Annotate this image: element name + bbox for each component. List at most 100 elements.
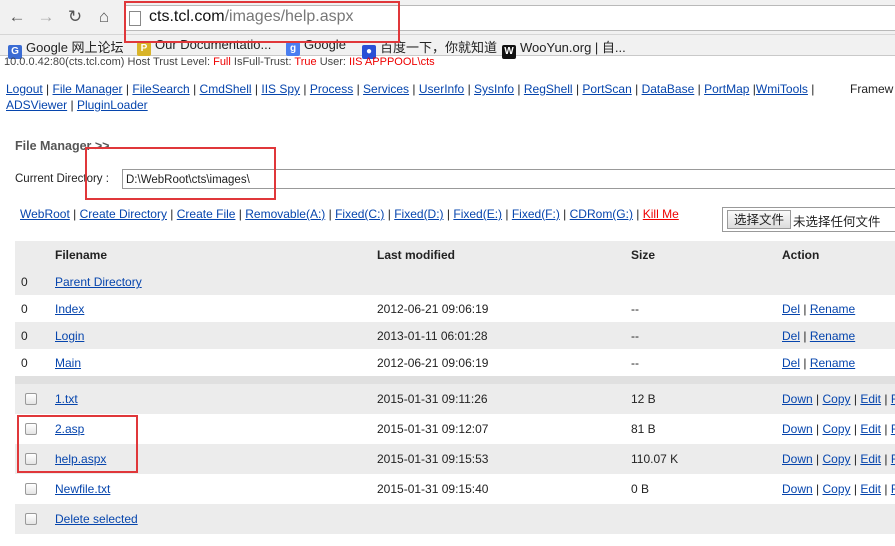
table-row: 1.txt 2015-01-31 09:11:26 12 B Down | Co… bbox=[15, 384, 895, 414]
rename-link[interactable]: Rename bbox=[810, 302, 855, 316]
rename-link[interactable]: R bbox=[891, 452, 895, 466]
rename-link[interactable]: R bbox=[891, 392, 895, 406]
copy-link[interactable]: Copy bbox=[823, 422, 851, 436]
parent-directory-link[interactable]: Parent Directory bbox=[55, 275, 142, 289]
copy-link[interactable]: Copy bbox=[823, 452, 851, 466]
trust-level: Full bbox=[213, 56, 231, 68]
nav-services[interactable]: Services bbox=[363, 82, 409, 96]
back-arrow-icon[interactable]: ← bbox=[6, 6, 28, 28]
row-actions: Del | Rename bbox=[782, 329, 856, 343]
no-file-chosen-text: 未选择任何文件 bbox=[793, 215, 881, 229]
table-row: help.aspx 2015-01-31 09:15:53 110.07 K D… bbox=[15, 444, 895, 474]
rename-link[interactable]: Rename bbox=[810, 329, 855, 343]
browser-toolbar: ← → ↻ ⌂ cts.tcl.com/images/help.aspx bbox=[0, 0, 895, 35]
edit-link[interactable]: Edit bbox=[860, 482, 881, 496]
choose-file-button[interactable]: 选择文件 bbox=[727, 210, 792, 229]
link-drive-d[interactable]: Fixed(D:) bbox=[394, 207, 443, 221]
bookmark-python-docs[interactable]: P Our Documentatio... bbox=[137, 37, 271, 56]
copy-link[interactable]: Copy bbox=[823, 392, 851, 406]
fulltrust-value: True bbox=[294, 56, 317, 68]
forward-arrow-icon[interactable]: → bbox=[35, 6, 57, 28]
row-checkbox[interactable] bbox=[25, 422, 37, 436]
nav-file-manager[interactable]: File Manager bbox=[53, 82, 123, 96]
upload-file-input[interactable]: 选择文件 未选择任何文件 bbox=[722, 207, 895, 232]
nav-port-scan[interactable]: PortScan bbox=[582, 82, 631, 96]
modified-date: 2013-01-11 06:01:28 bbox=[377, 329, 488, 343]
current-directory-input[interactable]: D:\WebRoot\cts\images\ bbox=[122, 169, 895, 189]
home-icon[interactable]: ⌂ bbox=[93, 6, 115, 28]
link-drive-g[interactable]: CDRom(G:) bbox=[570, 207, 633, 221]
del-link[interactable]: Del bbox=[782, 302, 800, 316]
table-footer-row: Delete selected bbox=[15, 504, 895, 534]
file-link[interactable]: 1.txt bbox=[55, 392, 78, 406]
nav-ads-viewer[interactable]: ADSViewer bbox=[6, 98, 67, 112]
rename-link[interactable]: R bbox=[891, 482, 895, 496]
bookmark-label: Our Documentatio... bbox=[155, 37, 272, 52]
file-link[interactable]: 2.asp bbox=[55, 422, 84, 436]
link-create-file[interactable]: Create File bbox=[177, 207, 236, 221]
down-link[interactable]: Down bbox=[782, 422, 813, 436]
dir-link[interactable]: Index bbox=[55, 302, 84, 316]
dir-link[interactable]: Login bbox=[55, 329, 84, 343]
url-host: cts.tcl.com bbox=[149, 8, 225, 25]
row-checkbox[interactable] bbox=[25, 482, 37, 496]
page-title: File Manager >> bbox=[15, 139, 110, 153]
link-drive-a[interactable]: Removable(A:) bbox=[245, 207, 325, 221]
link-drive-e[interactable]: Fixed(E:) bbox=[453, 207, 502, 221]
link-kill-me[interactable]: Kill Me bbox=[643, 207, 679, 221]
row-marker: 0 bbox=[21, 329, 28, 343]
nav-wmi-tools[interactable]: WmiTools bbox=[756, 82, 808, 96]
bookmark-label: WooYun.org | 自... bbox=[520, 40, 626, 55]
row-checkbox[interactable] bbox=[25, 452, 37, 466]
link-webroot[interactable]: WebRoot bbox=[20, 207, 70, 221]
nav-process[interactable]: Process bbox=[310, 82, 353, 96]
modified-date: 2015-01-31 09:15:40 bbox=[377, 482, 489, 496]
copy-link[interactable]: Copy bbox=[823, 482, 851, 496]
link-drive-f[interactable]: Fixed(F:) bbox=[512, 207, 560, 221]
nav-cmd-shell[interactable]: CmdShell bbox=[200, 82, 252, 96]
file-link[interactable]: help.aspx bbox=[55, 452, 106, 466]
nav-database[interactable]: DataBase bbox=[642, 82, 695, 96]
modified-date: 2015-01-31 09:11:26 bbox=[377, 392, 488, 406]
reload-icon[interactable]: ↻ bbox=[64, 6, 86, 28]
user-label: User: bbox=[319, 56, 346, 68]
row-marker: 0 bbox=[21, 302, 28, 316]
link-create-directory[interactable]: Create Directory bbox=[80, 207, 167, 221]
nav-logout[interactable]: Logout bbox=[6, 82, 43, 96]
nav-plugin-loader[interactable]: PluginLoader bbox=[77, 98, 148, 112]
down-link[interactable]: Down bbox=[782, 392, 813, 406]
row-actions: Down | Copy | Edit | R bbox=[782, 422, 895, 436]
edit-link[interactable]: Edit bbox=[860, 392, 881, 406]
row-checkbox[interactable] bbox=[25, 392, 37, 406]
table-row: Newfile.txt 2015-01-31 09:15:40 0 B Down… bbox=[15, 474, 895, 504]
nav-sys-info[interactable]: SysInfo bbox=[474, 82, 514, 96]
bookmark-label: 百度一下，你就知道 bbox=[380, 40, 498, 55]
bookmark-label: Google bbox=[304, 37, 346, 52]
nav-file-search[interactable]: FileSearch bbox=[132, 82, 189, 96]
file-link[interactable]: Newfile.txt bbox=[55, 482, 110, 496]
nav-iis-spy[interactable]: IIS Spy bbox=[261, 82, 300, 96]
down-link[interactable]: Down bbox=[782, 482, 813, 496]
edit-link[interactable]: Edit bbox=[860, 452, 881, 466]
nav-port-map[interactable]: PortMap bbox=[704, 82, 749, 96]
down-link[interactable]: Down bbox=[782, 452, 813, 466]
dir-link[interactable]: Main bbox=[55, 356, 81, 370]
size-value: -- bbox=[631, 329, 639, 343]
table-row-parent: 0 Parent Directory bbox=[15, 268, 895, 295]
rename-link[interactable]: Rename bbox=[810, 356, 855, 370]
rename-link[interactable]: R bbox=[891, 422, 895, 436]
delete-selected-link[interactable]: Delete selected bbox=[55, 512, 138, 526]
nav-user-info[interactable]: UserInfo bbox=[419, 82, 464, 96]
address-bar[interactable]: cts.tcl.com/images/help.aspx bbox=[124, 5, 895, 31]
edit-link[interactable]: Edit bbox=[860, 422, 881, 436]
nav-reg-shell[interactable]: RegShell bbox=[524, 82, 573, 96]
bookmark-label: Google 网上论坛 bbox=[26, 40, 124, 55]
select-all-checkbox[interactable] bbox=[25, 512, 37, 526]
row-actions: Down | Copy | Edit | R bbox=[782, 392, 895, 406]
bookmark-google[interactable]: g Google bbox=[286, 37, 346, 56]
del-link[interactable]: Del bbox=[782, 356, 800, 370]
link-drive-c[interactable]: Fixed(C:) bbox=[335, 207, 384, 221]
del-link[interactable]: Del bbox=[782, 329, 800, 343]
url-text: cts.tcl.com/images/help.aspx bbox=[149, 8, 354, 26]
modified-date: 2012-06-21 09:06:19 bbox=[377, 302, 489, 316]
